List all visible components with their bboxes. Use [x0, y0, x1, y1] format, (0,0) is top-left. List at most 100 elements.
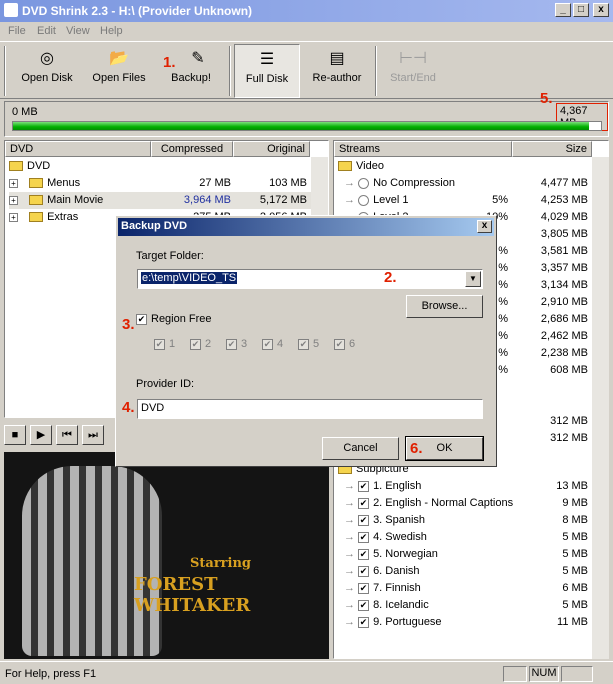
- arrow-icon: →: [344, 531, 359, 543]
- ok-button[interactable]: 6. OK: [405, 436, 484, 461]
- check-icon[interactable]: ✔: [358, 599, 370, 611]
- subpicture-row[interactable]: → ✔ 6. Danish 5 MB: [344, 563, 590, 580]
- annotation-4: 4.: [122, 399, 135, 416]
- region-checkbox[interactable]: ✔ 4: [262, 338, 283, 350]
- col-original[interactable]: Original: [233, 141, 310, 157]
- arrow-icon: →: [344, 582, 359, 594]
- subpicture-row[interactable]: → ✔ 1. English 13 MB: [344, 478, 590, 495]
- check-icon: ✔: [262, 338, 273, 350]
- subpicture-row[interactable]: → ✔ 7. Finnish 6 MB: [344, 580, 590, 597]
- annotation-6: 6.: [410, 440, 423, 457]
- region-label: 1: [169, 338, 176, 350]
- tree-row-menus[interactable]: + Menus 27 MB 103 MB: [9, 175, 311, 192]
- audio-stream-size: 312 MB: [550, 432, 588, 444]
- col-compressed[interactable]: Compressed: [151, 141, 233, 157]
- video-stream-row[interactable]: → No Compression 4,477 MB: [344, 175, 590, 192]
- streams-scrollbar[interactable]: [592, 157, 609, 659]
- subpicture-size: 13 MB: [524, 478, 588, 495]
- region-checkbox[interactable]: ✔ 2: [190, 338, 211, 350]
- cancel-button[interactable]: Cancel: [322, 437, 399, 460]
- dialog-close-button[interactable]: x: [477, 220, 492, 233]
- subpicture-row[interactable]: → ✔ 5. Norwegian 5 MB: [344, 546, 590, 563]
- video-stream-size: 3,581 MB: [540, 245, 588, 257]
- reauthor-button[interactable]: ▤ Re-author: [304, 44, 370, 98]
- check-icon: ✔: [334, 338, 345, 350]
- subpicture-row[interactable]: → ✔ 9. Portuguese 11 MB: [344, 614, 590, 631]
- tree-row-main-movie[interactable]: + Main Movie 3,964 MB 5,172 MB: [9, 192, 311, 209]
- region-free-checkbox[interactable]: ✔ Region Free: [136, 313, 212, 325]
- subpicture-name: 9. Portuguese: [373, 616, 442, 628]
- video-preview: Starring FOREST WHITAKER: [4, 452, 329, 659]
- subpicture-name: 6. Danish: [373, 565, 420, 577]
- subpicture-name: 2. English - Normal Captions: [373, 497, 514, 509]
- subpicture-row[interactable]: → ✔ 3. Spanish 8 MB: [344, 512, 590, 529]
- check-icon[interactable]: ✔: [358, 565, 370, 577]
- video-stream-name: No Compression: [373, 177, 455, 189]
- previous-button[interactable]: ⏮: [56, 425, 78, 445]
- start-end-button[interactable]: ⊢⊣ Start/End: [380, 44, 446, 98]
- full-disk-button[interactable]: ☰ Full Disk: [234, 44, 300, 98]
- minimize-button[interactable]: _: [555, 3, 571, 17]
- video-group[interactable]: Video: [338, 158, 384, 175]
- provider-id-field[interactable]: DVD: [137, 399, 483, 419]
- radio-icon[interactable]: [358, 177, 370, 189]
- col-dvd[interactable]: DVD: [5, 141, 151, 157]
- expand-icon[interactable]: +: [9, 212, 18, 222]
- annotation-5: 5.: [540, 90, 553, 107]
- menu-help[interactable]: Help: [100, 25, 123, 37]
- col-streams[interactable]: Streams: [334, 141, 512, 157]
- backup-dialog: Backup DVD x Target Folder: e:\temp\VIDE…: [115, 215, 497, 467]
- video-stream-size: 608 MB: [550, 364, 588, 376]
- open-files-button[interactable]: 📂 Open Files: [86, 44, 152, 98]
- radio-icon[interactable]: [358, 194, 370, 206]
- browse-button[interactable]: Browse...: [406, 295, 483, 318]
- start-end-icon: ⊢⊣: [399, 50, 427, 67]
- tree-root-label: DVD: [27, 160, 51, 172]
- menu-file[interactable]: File: [8, 25, 26, 37]
- menu-edit[interactable]: Edit: [37, 25, 56, 37]
- video-stream-pct: 5%: [492, 194, 508, 206]
- subpicture-size: 8 MB: [524, 512, 588, 529]
- target-folder-combo[interactable]: e:\temp\VIDEO_TS 2. ▼: [137, 269, 483, 289]
- video-stream-size: 4,477 MB: [540, 177, 588, 189]
- region-checkbox[interactable]: ✔ 1: [154, 338, 175, 350]
- subpicture-name: 3. Spanish: [373, 514, 426, 526]
- check-icon[interactable]: ✔: [358, 480, 370, 492]
- video-stream-size: 2,910 MB: [540, 296, 588, 308]
- close-button[interactable]: x: [593, 3, 609, 17]
- subpicture-row[interactable]: → ✔ 4. Swedish 5 MB: [344, 529, 590, 546]
- col-size[interactable]: Size: [512, 141, 592, 157]
- open-disk-button[interactable]: ◎ Open Disk: [14, 44, 80, 98]
- menu-view[interactable]: View: [66, 25, 90, 37]
- play-button[interactable]: ▶: [30, 425, 52, 445]
- subpicture-row[interactable]: → ✔ 8. Icelandic 5 MB: [344, 597, 590, 614]
- window-title: DVD Shrink 2.3 - H:\ (Provider Unknown): [22, 4, 253, 18]
- next-button[interactable]: ⏭: [82, 425, 104, 445]
- check-icon[interactable]: ✔: [358, 616, 370, 628]
- menus-original: 103 MB: [269, 177, 307, 189]
- region-checkbox[interactable]: ✔ 3: [226, 338, 247, 350]
- microphone-image: [22, 466, 162, 656]
- tree-root[interactable]: DVD: [9, 158, 50, 175]
- subpicture-size: 11 MB: [524, 614, 588, 631]
- backup-icon: ✎: [191, 50, 205, 67]
- stop-button[interactable]: ■: [4, 425, 26, 445]
- check-icon[interactable]: ✔: [358, 548, 370, 560]
- region-label: 2: [205, 338, 212, 350]
- maximize-button[interactable]: □: [573, 3, 589, 17]
- size-indicator: 0 MB 5. 4,367 MB: [4, 90, 609, 137]
- check-icon[interactable]: ✔: [358, 497, 370, 509]
- video-stream-row[interactable]: → Level 1 5% 4,253 MB: [344, 192, 590, 209]
- check-icon[interactable]: ✔: [358, 531, 370, 543]
- region-checkbox[interactable]: ✔ 5: [298, 338, 319, 350]
- subpicture-size: 5 MB: [524, 563, 588, 580]
- check-icon[interactable]: ✔: [358, 514, 370, 526]
- backup-button[interactable]: ✎ Backup!: [160, 44, 222, 98]
- main-movie-label: Main Movie: [47, 194, 104, 206]
- check-icon[interactable]: ✔: [358, 582, 370, 594]
- subpicture-row[interactable]: → ✔ 2. English - Normal Captions 9 MB: [344, 495, 590, 512]
- expand-icon[interactable]: +: [9, 195, 18, 205]
- region-checkbox[interactable]: ✔ 6: [334, 338, 355, 350]
- expand-icon[interactable]: +: [9, 178, 18, 188]
- chevron-down-icon[interactable]: ▼: [465, 271, 481, 287]
